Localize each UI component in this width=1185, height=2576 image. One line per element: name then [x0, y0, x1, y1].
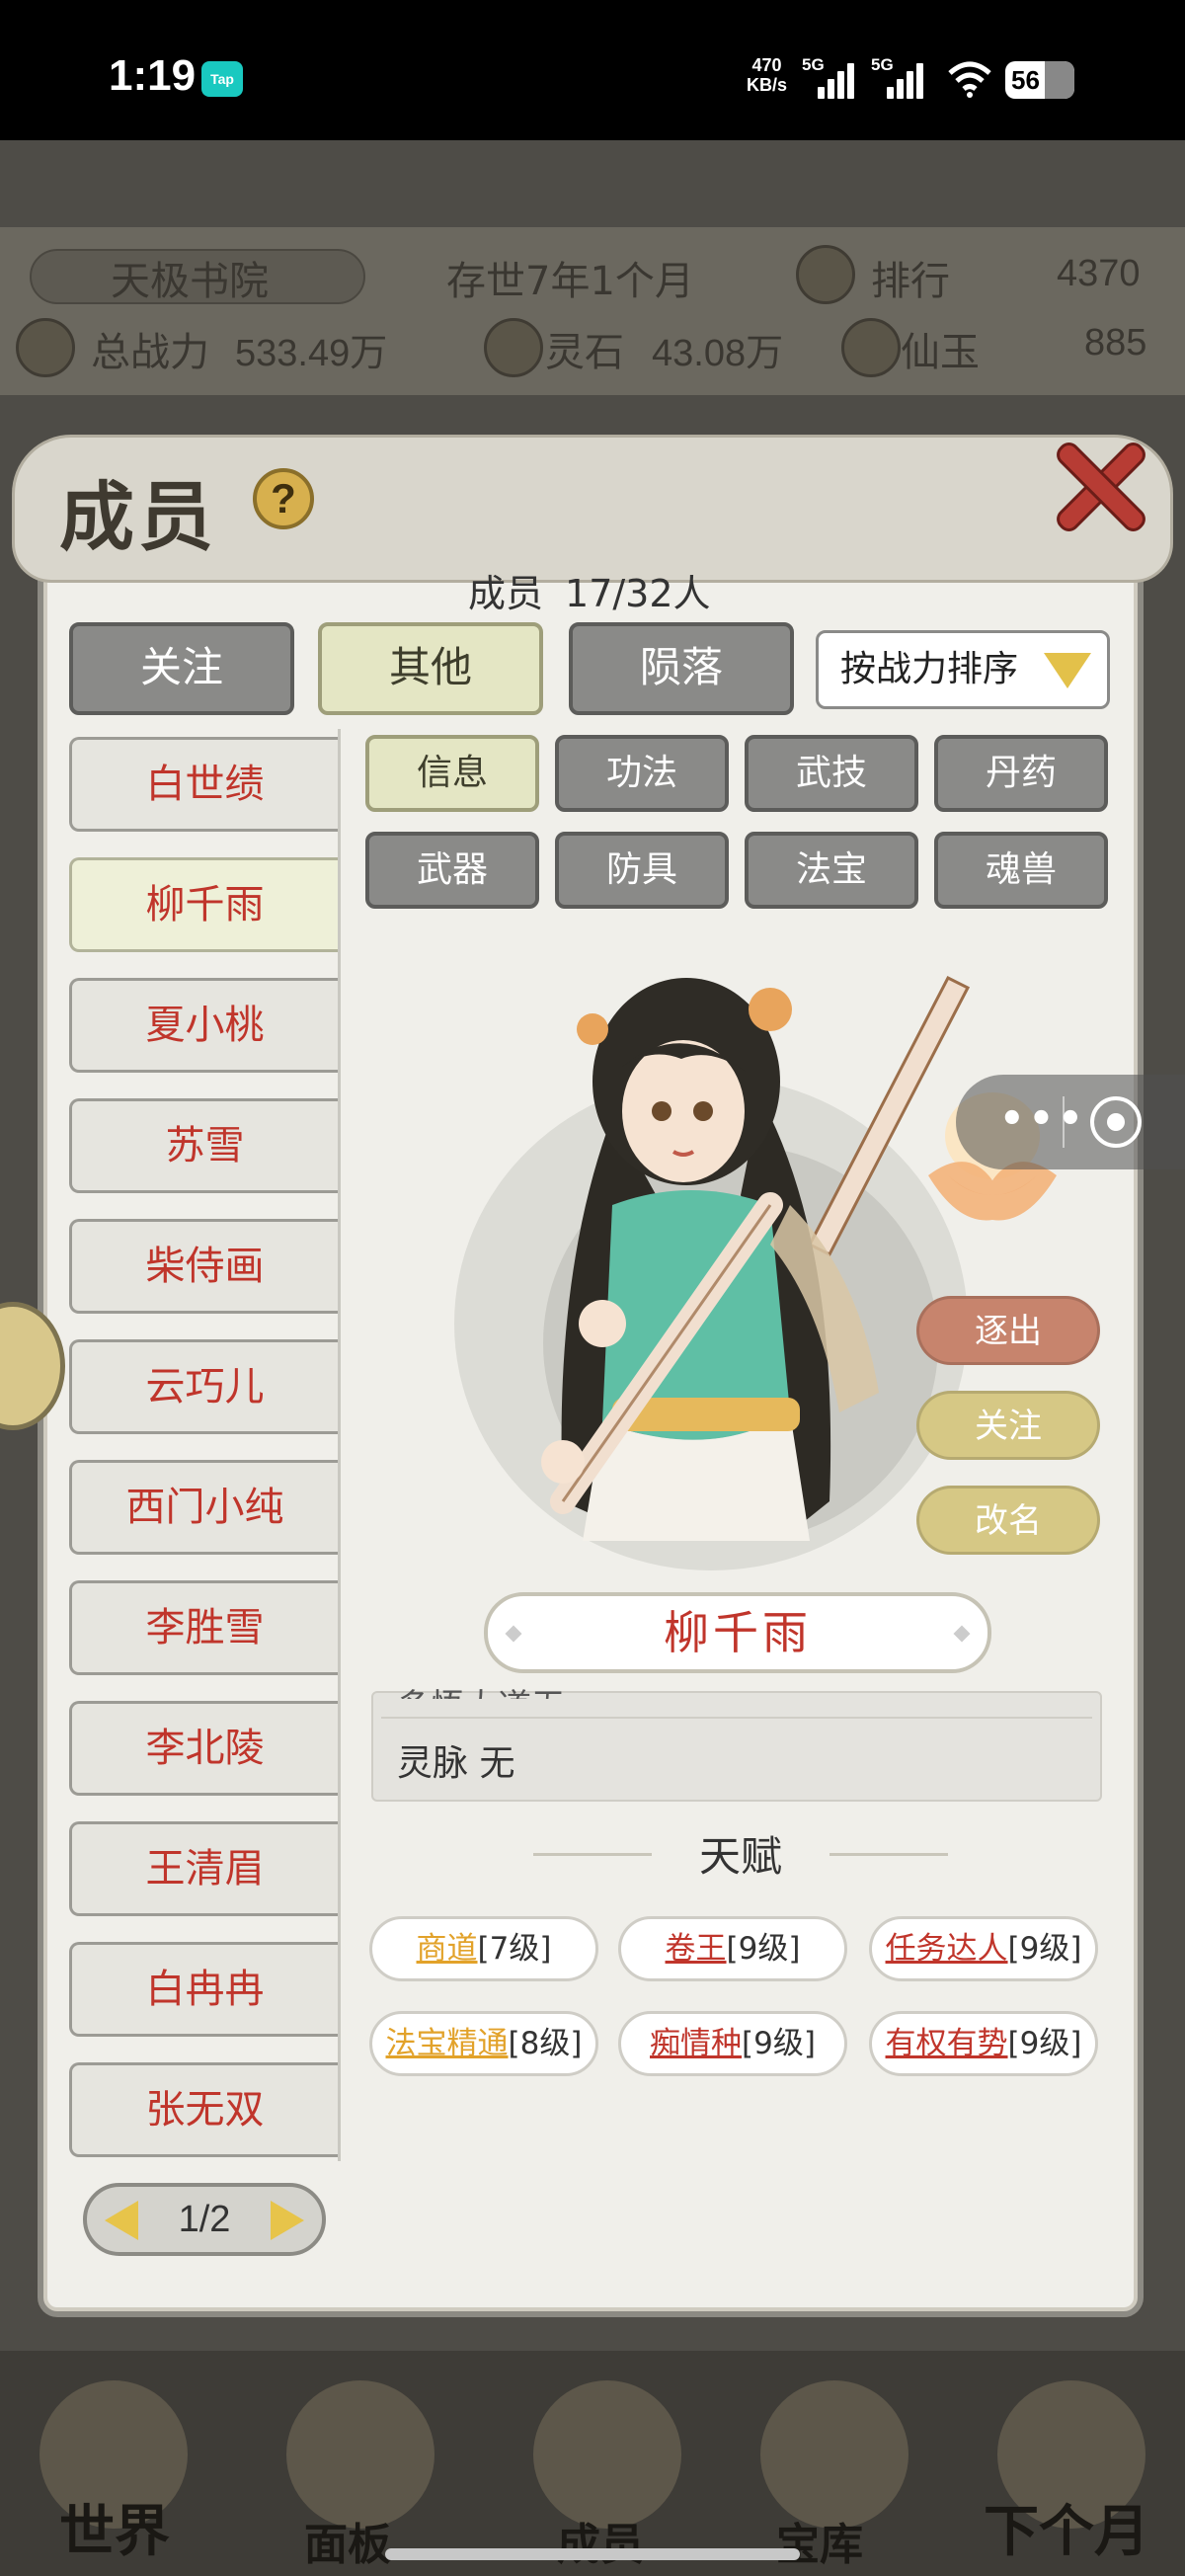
signal-bars-icon	[818, 63, 859, 99]
nav-treasury[interactable]: 宝库	[776, 2509, 863, 2572]
info-spirit-vein: 灵脉 无	[397, 1743, 515, 1784]
subtab-pills[interactable]: 丹药	[934, 735, 1108, 812]
sort-dropdown[interactable]: 按战力排序	[816, 630, 1110, 709]
jade-icon	[841, 318, 901, 377]
talent-chip[interactable]: 商道[7级]	[369, 1916, 598, 1981]
close-miniprogram-icon[interactable]	[1090, 1096, 1142, 1148]
subtab-martial[interactable]: 武技	[745, 735, 918, 812]
nav-panel[interactable]: 面板	[304, 2509, 391, 2572]
info-partial-line: 多悟大道无	[397, 1679, 565, 1699]
tab-follow[interactable]: 关注	[69, 622, 294, 715]
panel-nav-icon[interactable]	[286, 2380, 434, 2529]
member-item-selected[interactable]: 柳千雨	[69, 857, 338, 952]
nav-members[interactable]: 成员	[557, 2509, 644, 2572]
subtab-armor[interactable]: 防具	[555, 832, 729, 909]
nav-next-month[interactable]: 下个月	[984, 2487, 1149, 2567]
rank-value: 4370	[1057, 253, 1141, 294]
members-nav-icon[interactable]	[533, 2380, 681, 2529]
member-item[interactable]: 苏雪	[69, 1098, 338, 1193]
info-divider	[381, 1717, 1092, 1719]
wifi-icon	[948, 61, 991, 98]
member-item[interactable]: 云巧儿	[69, 1339, 338, 1434]
talent-chip[interactable]: 法宝精通[8级]	[369, 2011, 598, 2076]
dropdown-arrow-icon	[1044, 653, 1091, 688]
expel-button[interactable]: 逐出	[916, 1296, 1100, 1365]
battery-icon: 56	[1005, 61, 1074, 99]
sect-name: 天极书院	[111, 259, 269, 304]
tab-fallen[interactable]: 陨落	[569, 622, 794, 715]
follow-button[interactable]: 关注	[916, 1391, 1100, 1460]
member-item[interactable]: 夏小桃	[69, 978, 338, 1073]
home-indicator[interactable]	[385, 2548, 800, 2560]
talent-chip[interactable]: 卷王[9级]	[618, 1916, 847, 1981]
member-item[interactable]: 西门小纯	[69, 1460, 338, 1555]
next-page-icon[interactable]	[271, 2201, 304, 2240]
member-item[interactable]: 李北陵	[69, 1701, 338, 1796]
sect-age: 存世7年1个月	[446, 259, 694, 304]
list-divider	[338, 729, 341, 2161]
subtab-artifact[interactable]: 法宝	[745, 832, 918, 909]
more-icon[interactable]: •••	[999, 1096, 1087, 1142]
spirit-stone-icon	[484, 318, 543, 377]
modal-title: 成员	[59, 473, 217, 561]
member-item[interactable]: 张无双	[69, 2062, 338, 2157]
talent-chip[interactable]: 痴情种[9级]	[618, 2011, 847, 2076]
close-button[interactable]	[1051, 437, 1149, 535]
status-time: 1:19	[109, 51, 197, 100]
jade-label: 仙玉	[901, 330, 980, 375]
signal-bars-icon	[887, 63, 928, 99]
power-label: 总战力	[91, 330, 209, 375]
nav-world[interactable]: 世界	[59, 2487, 170, 2567]
rank-icon	[796, 245, 855, 304]
status-bar: 1:19 Tap 470 KB/s 5G 5G 56	[0, 0, 1185, 140]
sect-header: 天极书院 存世7年1个月 排行 4370 总战力 533.49万 灵石 43.0…	[0, 227, 1185, 395]
pager: 1/2	[83, 2183, 326, 2256]
stone-label: 灵石	[545, 330, 624, 375]
subtab-info[interactable]: 信息	[365, 735, 539, 812]
member-item[interactable]: 王清眉	[69, 1821, 338, 1916]
talent-chip[interactable]: 有权有势[9级]	[869, 2011, 1098, 2076]
member-item[interactable]: 白世绩	[69, 737, 338, 832]
subtab-weapon[interactable]: 武器	[365, 832, 539, 909]
talent-chip[interactable]: 任务达人[9级]	[869, 1916, 1098, 1981]
power-icon	[16, 318, 75, 377]
treasury-nav-icon[interactable]	[760, 2380, 908, 2529]
rename-button[interactable]: 改名	[916, 1486, 1100, 1555]
network-speed: 470 KB/s	[747, 55, 788, 95]
stone-value: 43.08万	[652, 333, 784, 374]
rank-label: 排行	[871, 259, 950, 304]
help-button[interactable]: ?	[253, 468, 314, 529]
tap-app-icon: Tap	[201, 61, 243, 97]
member-item[interactable]: 李胜雪	[69, 1580, 338, 1675]
miniprogram-capsule: •••	[956, 1075, 1185, 1169]
power-value: 533.49万	[235, 333, 388, 374]
tab-other[interactable]: 其他	[318, 622, 543, 715]
character-name-plate: 柳千雨	[484, 1592, 991, 1673]
jade-value: 885	[1084, 322, 1147, 363]
subtab-beast[interactable]: 魂兽	[934, 832, 1108, 909]
talent-heading: 天赋	[533, 1823, 948, 1883]
member-item[interactable]: 白冉冉	[69, 1942, 338, 2037]
subtab-skills[interactable]: 功法	[555, 735, 729, 812]
member-item[interactable]: 柴侍画	[69, 1219, 338, 1314]
member-count: 成员 17/32人	[468, 572, 711, 615]
